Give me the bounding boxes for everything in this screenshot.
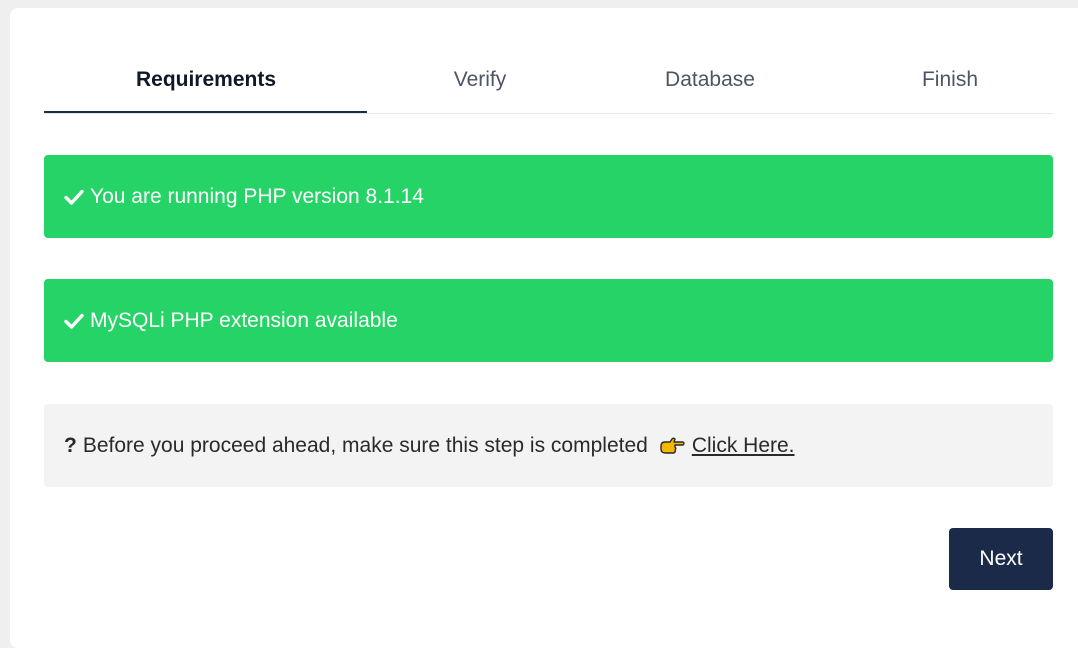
click-here-link[interactable]: Click Here. (692, 434, 795, 458)
step-tabs: Requirements Verify Database Finish (44, 62, 1053, 114)
active-tab-indicator (44, 111, 367, 113)
alert-text: MySQLi PHP extension available (90, 308, 398, 332)
next-button[interactable]: Next (949, 528, 1053, 590)
tab-verify[interactable]: Verify (380, 62, 580, 113)
check-icon (64, 313, 84, 329)
check-icon (64, 189, 84, 205)
pointing-hand-icon (660, 437, 685, 454)
installer-card: Requirements Verify Database Finish You … (10, 8, 1078, 648)
prerequisite-notice: ? Before you proceed ahead, make sure th… (44, 404, 1053, 487)
mysqli-extension-alert: MySQLi PHP extension available (44, 279, 1053, 362)
alert-text: You are running PHP version 8.1.14 (90, 184, 424, 208)
notice-text: Before you proceed ahead, make sure this… (82, 433, 648, 457)
question-mark: ? (64, 433, 77, 457)
php-version-alert: You are running PHP version 8.1.14 (44, 155, 1053, 238)
tab-finish[interactable]: Finish (850, 62, 1050, 113)
tab-database[interactable]: Database (610, 62, 810, 113)
tab-requirements[interactable]: Requirements (106, 62, 306, 113)
